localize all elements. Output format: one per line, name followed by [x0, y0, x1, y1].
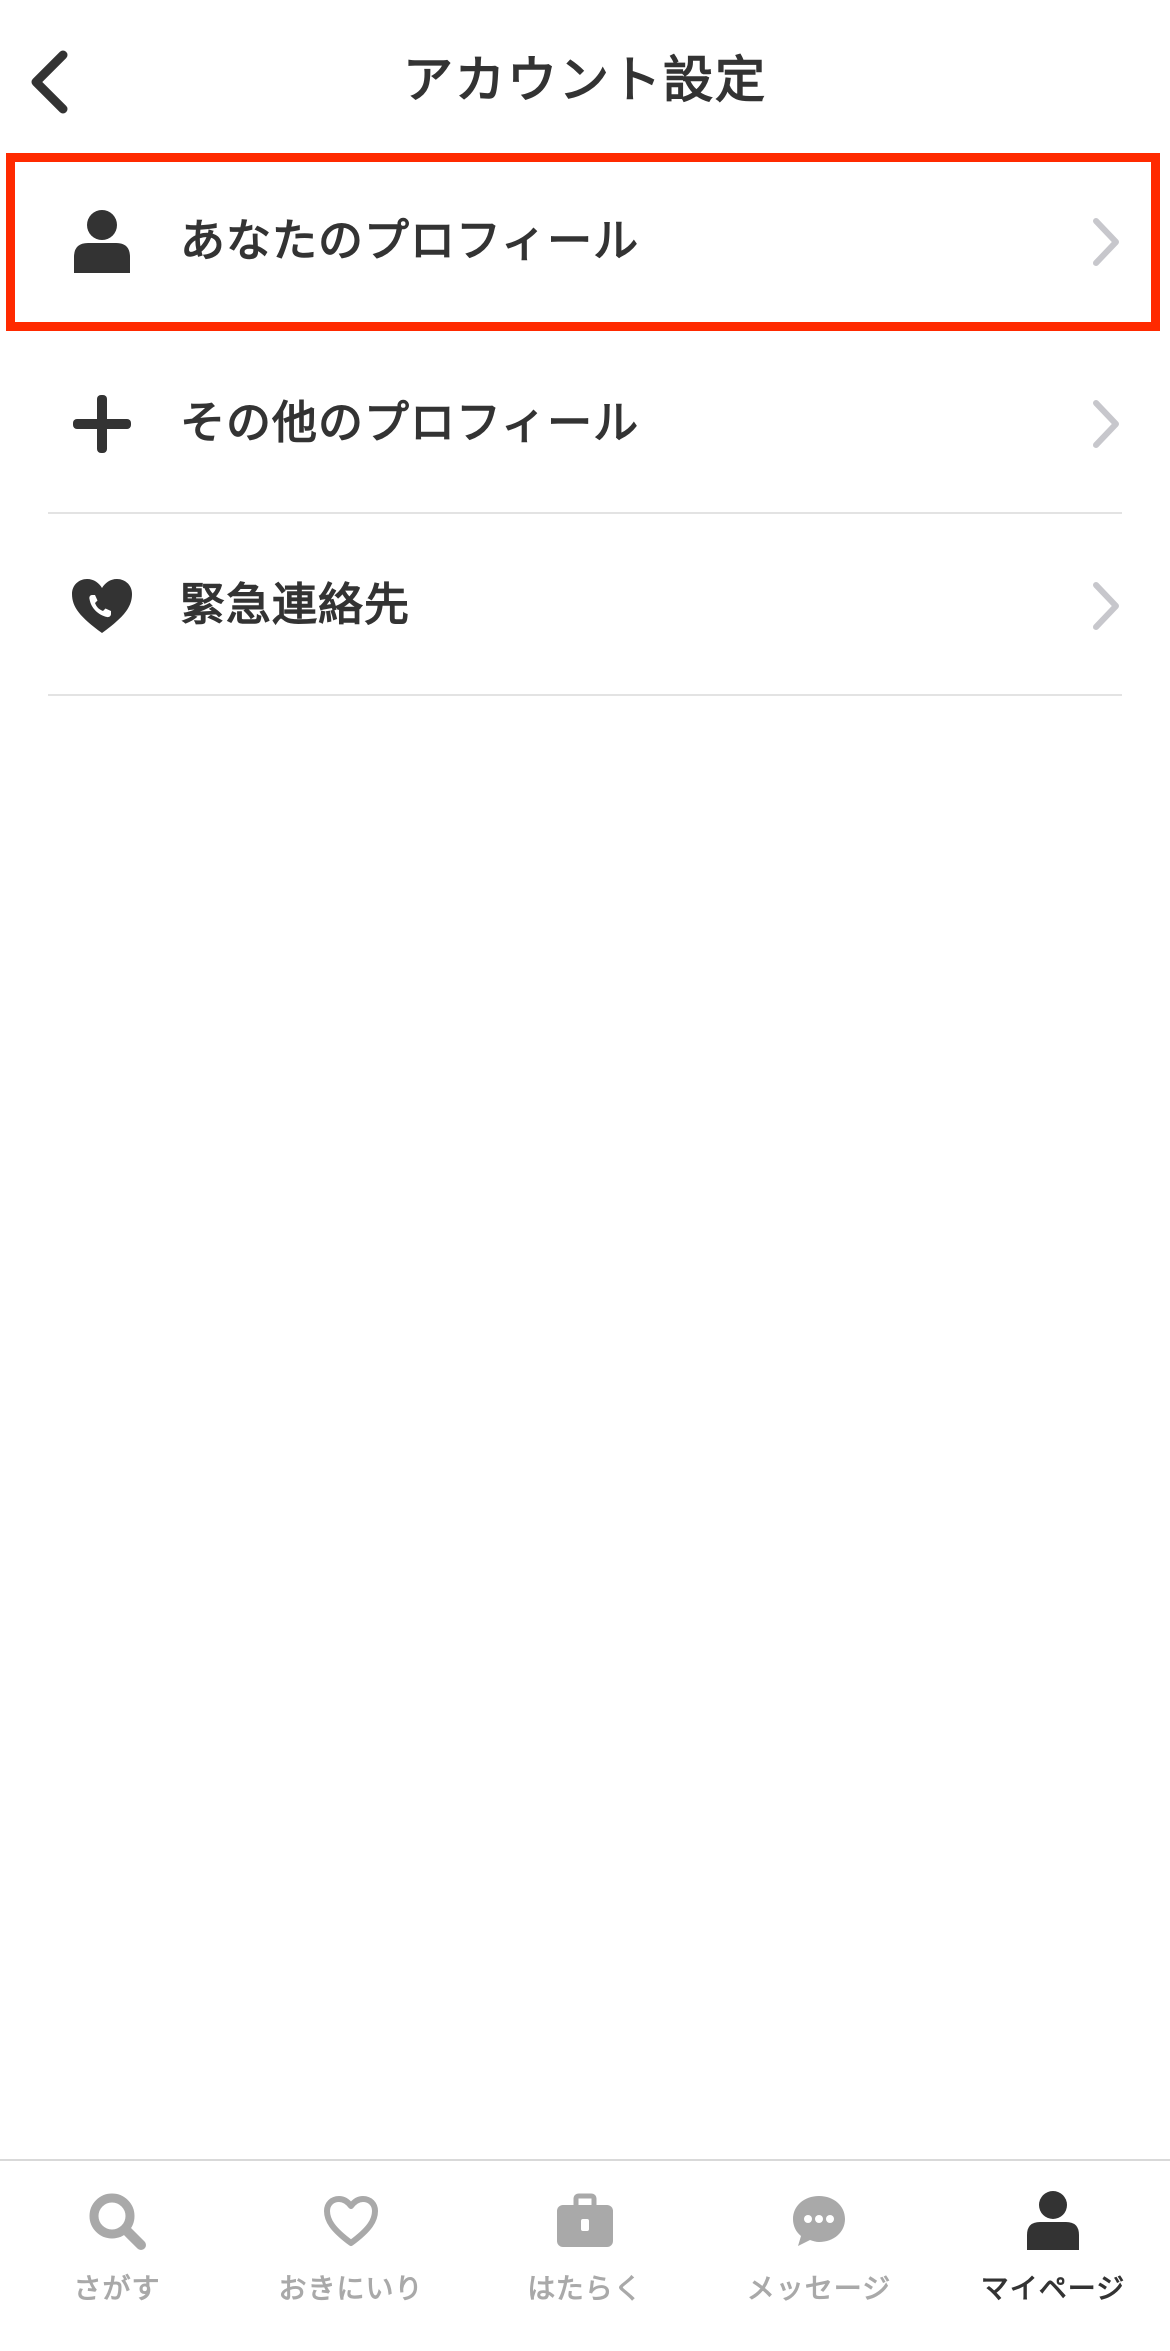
menu-item-emergency-contact[interactable]: 緊急連絡先 [0, 514, 1170, 696]
chevron-right-icon [1086, 396, 1126, 452]
menu-item-your-profile[interactable]: あなたのプロフィール [0, 150, 1170, 332]
page-title: アカウント設定 [403, 51, 767, 109]
account-settings-screen: アカウント設定 あなたのプロフィール その他のプロフィール 緊急連絡先 さがす … [0, 0, 1170, 2351]
chevron-right-icon [1086, 578, 1126, 634]
tab-label: はたらく [527, 2272, 643, 2305]
briefcase-icon [553, 2189, 617, 2253]
tab-label: マイページ [980, 2272, 1126, 2305]
menu-item-label: あなたのプロフィール [180, 214, 640, 267]
divider [48, 694, 1122, 696]
chat-bubble-icon [787, 2189, 851, 2253]
tab-label: メッセージ [746, 2272, 892, 2305]
menu-item-label: 緊急連絡先 [180, 578, 411, 631]
menu-item-other-profiles[interactable]: その他のプロフィール [0, 332, 1170, 514]
search-icon [85, 2189, 149, 2253]
person-icon [66, 206, 138, 278]
tab-mypage[interactable]: マイページ [936, 2161, 1170, 2351]
tab-label: おきにいり [278, 2272, 424, 2305]
tab-messages[interactable]: メッセージ [702, 2161, 936, 2351]
menu-item-label: その他のプロフィール [180, 396, 640, 449]
bottom-tab-bar: さがす おきにいり はたらく メッセージ マイページ [0, 2159, 1170, 2351]
heart-icon [319, 2189, 383, 2253]
settings-menu: あなたのプロフィール その他のプロフィール 緊急連絡先 [0, 150, 1170, 696]
tab-favorites[interactable]: おきにいり [234, 2161, 468, 2351]
person-icon [1021, 2189, 1085, 2253]
tab-label: さがす [73, 2272, 161, 2305]
plus-icon [66, 388, 138, 460]
heart-phone-icon [66, 570, 138, 642]
header: アカウント設定 [0, 0, 1170, 150]
tab-search[interactable]: さがす [0, 2161, 234, 2351]
chevron-right-icon [1086, 214, 1126, 270]
tab-work[interactable]: はたらく [468, 2161, 702, 2351]
